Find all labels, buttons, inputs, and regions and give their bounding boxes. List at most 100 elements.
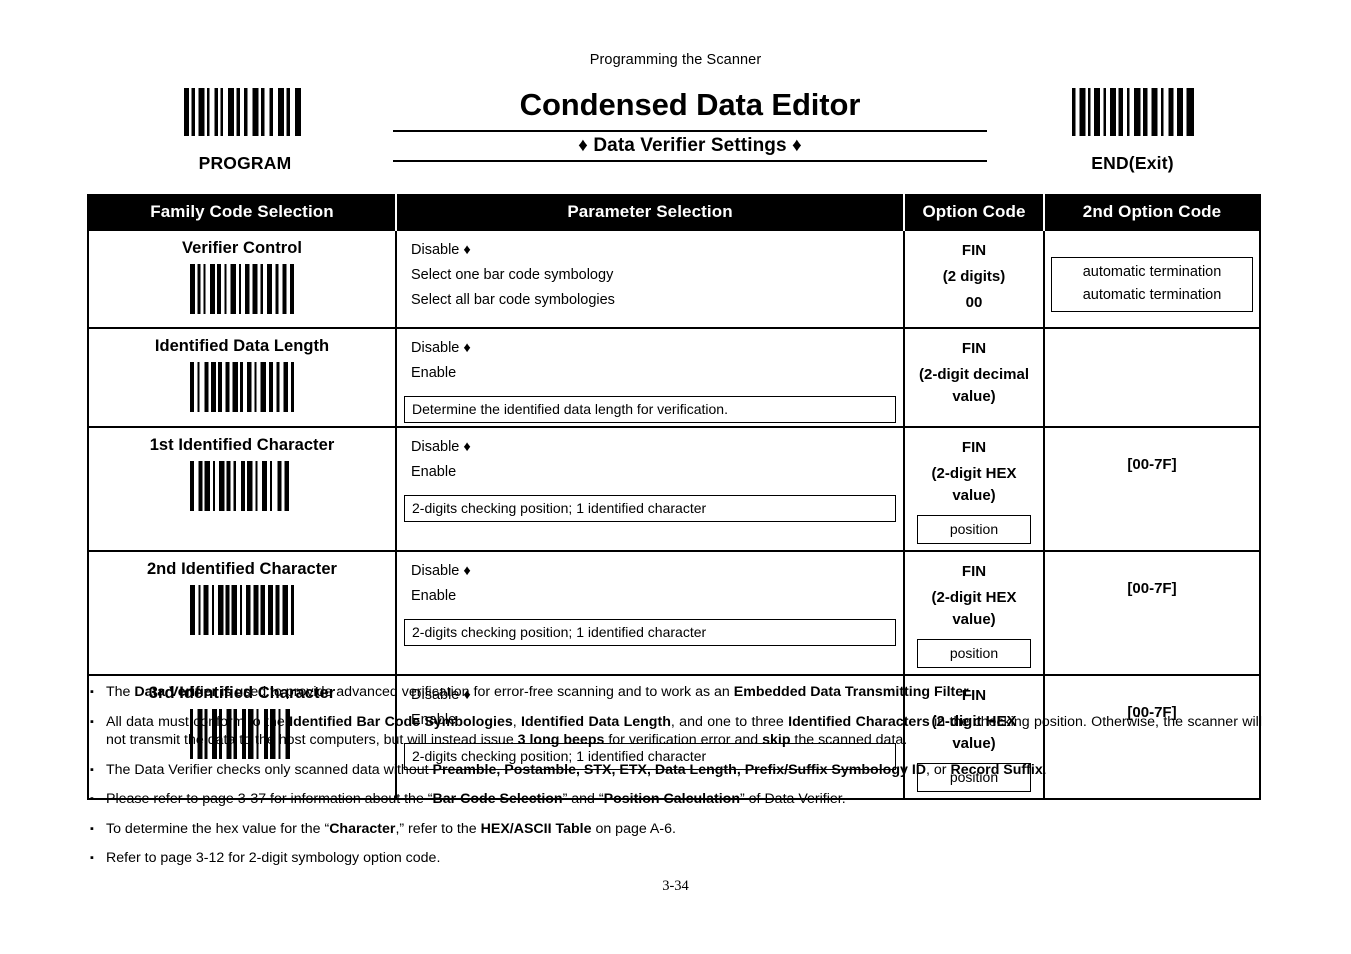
parameter-option[interactable]: Disable ♦ bbox=[397, 435, 903, 460]
parameter-cell: Disable ♦ Enable Determine the identifie… bbox=[396, 327, 905, 427]
note-text: All data must conform to the Identified … bbox=[106, 713, 1262, 749]
subtitle-rule-wrap: ♦ Data Verifier Settings ♦ bbox=[393, 130, 987, 162]
second-option-code-wrap: automatic termination automatic terminat… bbox=[1045, 231, 1259, 318]
second-option-code-cell: [00-7F] bbox=[1044, 426, 1260, 551]
note-text: Refer to page 3-12 for 2-digit symbology… bbox=[106, 850, 441, 866]
page-subtitle: ♦ Data Verifier Settings ♦ bbox=[578, 135, 802, 156]
family-barcode-wrap bbox=[89, 356, 395, 425]
parameter-list: Disable ♦ Select one bar code symbology … bbox=[397, 231, 903, 319]
option-code-line: (2-digit HEX value) bbox=[931, 589, 1017, 628]
second-option-code-value: [00-7F] bbox=[1127, 580, 1177, 597]
table-row: Verifier Control Disable ♦ Select one ba… bbox=[88, 229, 1260, 328]
parameter-note-box: 2-digits checking position; 1 identified… bbox=[404, 619, 896, 646]
second-option-code-value: [00-7F] bbox=[1127, 456, 1177, 473]
title-block: Condensed Data Editor ♦ Data Verifier Se… bbox=[393, 86, 987, 162]
parameter-list: Disable ♦ Enable bbox=[397, 428, 903, 491]
program-barcode-block: PROGRAM bbox=[150, 88, 340, 174]
bullet-icon: ▪ bbox=[90, 715, 94, 728]
note-text: The Data Verifier is used to provide adv… bbox=[106, 684, 973, 700]
bullet-icon: ▪ bbox=[90, 793, 94, 805]
option-code-line: FIN bbox=[961, 340, 987, 357]
parameter-option[interactable]: Disable ♦ bbox=[397, 559, 903, 584]
family-barcode-image[interactable] bbox=[190, 461, 294, 511]
family-label: Verifier Control bbox=[182, 239, 302, 257]
family-cell: Verifier Control bbox=[88, 229, 397, 328]
end-exit-barcode-label: END(Exit) bbox=[1091, 153, 1174, 173]
parameter-option[interactable]: Select all bar code symbologies bbox=[397, 288, 903, 313]
bullet-icon: ▪ bbox=[90, 686, 94, 698]
family-barcode-image[interactable] bbox=[190, 585, 294, 635]
option-code-cell: FIN (2 digits) 00 bbox=[904, 229, 1045, 328]
second-option-code-box: automatic termination automatic terminat… bbox=[1051, 257, 1253, 312]
second-option-code-cell bbox=[1044, 327, 1260, 427]
note-text: The Data Verifier checks only scanned da… bbox=[106, 761, 1047, 778]
header-2nd-option-code: 2nd Option Code bbox=[1043, 195, 1260, 230]
parameter-cell: Disable ♦ Enable 2-digits checking posit… bbox=[396, 426, 905, 551]
table-row: 1st Identified Character Disable ♦ Enabl… bbox=[88, 426, 1260, 551]
document-page: Programming the Scanner PROGRAM Condense… bbox=[0, 0, 1351, 954]
option-code-stack: FIN (2-digit HEX value) position bbox=[905, 428, 1043, 550]
parameter-option[interactable]: Enable bbox=[397, 460, 903, 485]
note-item: ▪ To determine the hex value for the “Ch… bbox=[90, 820, 1262, 839]
option-code-position-box: position bbox=[917, 639, 1031, 668]
parameter-option[interactable]: Enable bbox=[397, 361, 903, 386]
note-text: Please refer to page 3-37 for informatio… bbox=[106, 791, 846, 807]
family-barcode-wrap bbox=[89, 455, 395, 524]
parameter-option[interactable]: Disable ♦ bbox=[397, 238, 903, 263]
option-code-stack: FIN (2-digit HEX value) position bbox=[905, 552, 1043, 674]
bullet-icon: ▪ bbox=[90, 852, 94, 864]
family-label: Identified Data Length bbox=[154, 337, 330, 355]
parameter-option[interactable]: Enable bbox=[397, 584, 903, 609]
option-code-line: (2-digit HEX value) bbox=[931, 465, 1017, 504]
table-row: 2nd Identified Character Disable ♦ Enabl… bbox=[88, 550, 1260, 675]
program-barcode-label: PROGRAM bbox=[198, 153, 292, 173]
notes-list: ▪ The Data Verifier is used to provide a… bbox=[90, 683, 1262, 868]
second-option-code-line: automatic termination bbox=[1082, 264, 1222, 280]
second-option-code-cell: [00-7F] bbox=[1044, 550, 1260, 675]
family-barcode-wrap bbox=[89, 258, 395, 327]
family-label: 2nd Identified Character bbox=[146, 560, 338, 578]
page-number: 3-34 bbox=[662, 878, 689, 894]
second-option-code-line: automatic termination bbox=[1082, 287, 1222, 303]
parameter-list: Disable ♦ Enable bbox=[397, 552, 903, 615]
parameter-note-box: Determine the identified data length for… bbox=[404, 396, 896, 423]
note-item: ▪ Refer to page 3-12 for 2-digit symbolo… bbox=[90, 849, 1262, 868]
option-code-line: (2-digit decimal value) bbox=[918, 366, 1030, 405]
parameter-option[interactable]: Select one bar code symbology bbox=[397, 263, 903, 288]
family-barcode-image[interactable] bbox=[190, 362, 294, 412]
family-cell: 2nd Identified Character bbox=[88, 550, 397, 675]
note-item: ▪ The Data Verifier is used to provide a… bbox=[90, 683, 1262, 702]
option-code-line: FIN bbox=[961, 563, 987, 580]
parameter-cell: Disable ♦ Select one bar code symbology … bbox=[396, 229, 905, 328]
second-option-code-cell: automatic termination automatic terminat… bbox=[1044, 229, 1260, 328]
family-cell: Identified Data Length bbox=[88, 327, 397, 427]
note-item: ▪ The Data Verifier checks only scanned … bbox=[90, 761, 1262, 780]
parameter-list: Disable ♦ Enable bbox=[397, 329, 903, 392]
table-header-row: Family Code Selection Parameter Selectio… bbox=[88, 195, 1260, 230]
option-code-cell: FIN (2-digit decimal value) bbox=[904, 327, 1045, 427]
parameter-cell: Disable ♦ Enable 2-digits checking posit… bbox=[396, 550, 905, 675]
family-cell: 1st Identified Character bbox=[88, 426, 397, 551]
program-barcode-image[interactable] bbox=[184, 88, 306, 136]
option-code-cell: FIN (2-digit HEX value) position bbox=[904, 550, 1045, 675]
header-parameter-selection: Parameter Selection bbox=[395, 195, 904, 230]
note-item: ▪ All data must conform to the Identifie… bbox=[90, 713, 1262, 750]
family-barcode-wrap bbox=[89, 579, 395, 648]
header-option-code: Option Code bbox=[903, 195, 1044, 230]
running-head: Programming the Scanner bbox=[589, 52, 762, 68]
bullet-icon: ▪ bbox=[90, 763, 94, 776]
table-row: Identified Data Length Disable ♦ Enable … bbox=[88, 327, 1260, 427]
option-code-position-box: position bbox=[917, 515, 1031, 544]
parameter-option[interactable]: Disable ♦ bbox=[397, 336, 903, 361]
family-barcode-image[interactable] bbox=[190, 264, 294, 314]
option-code-cell: FIN (2-digit HEX value) position bbox=[904, 426, 1045, 551]
family-label: 1st Identified Character bbox=[149, 436, 335, 454]
option-code-line: (2 digits) bbox=[942, 268, 1006, 285]
option-code-line: 00 bbox=[965, 294, 983, 311]
end-exit-barcode-image[interactable] bbox=[1071, 88, 1194, 136]
bullet-icon: ▪ bbox=[90, 822, 94, 835]
option-code-line: FIN bbox=[961, 439, 987, 456]
note-item: ▪ Please refer to page 3-37 for informat… bbox=[90, 790, 1262, 809]
option-code-line: FIN bbox=[961, 242, 987, 259]
page-title: Condensed Data Editor bbox=[519, 87, 861, 122]
